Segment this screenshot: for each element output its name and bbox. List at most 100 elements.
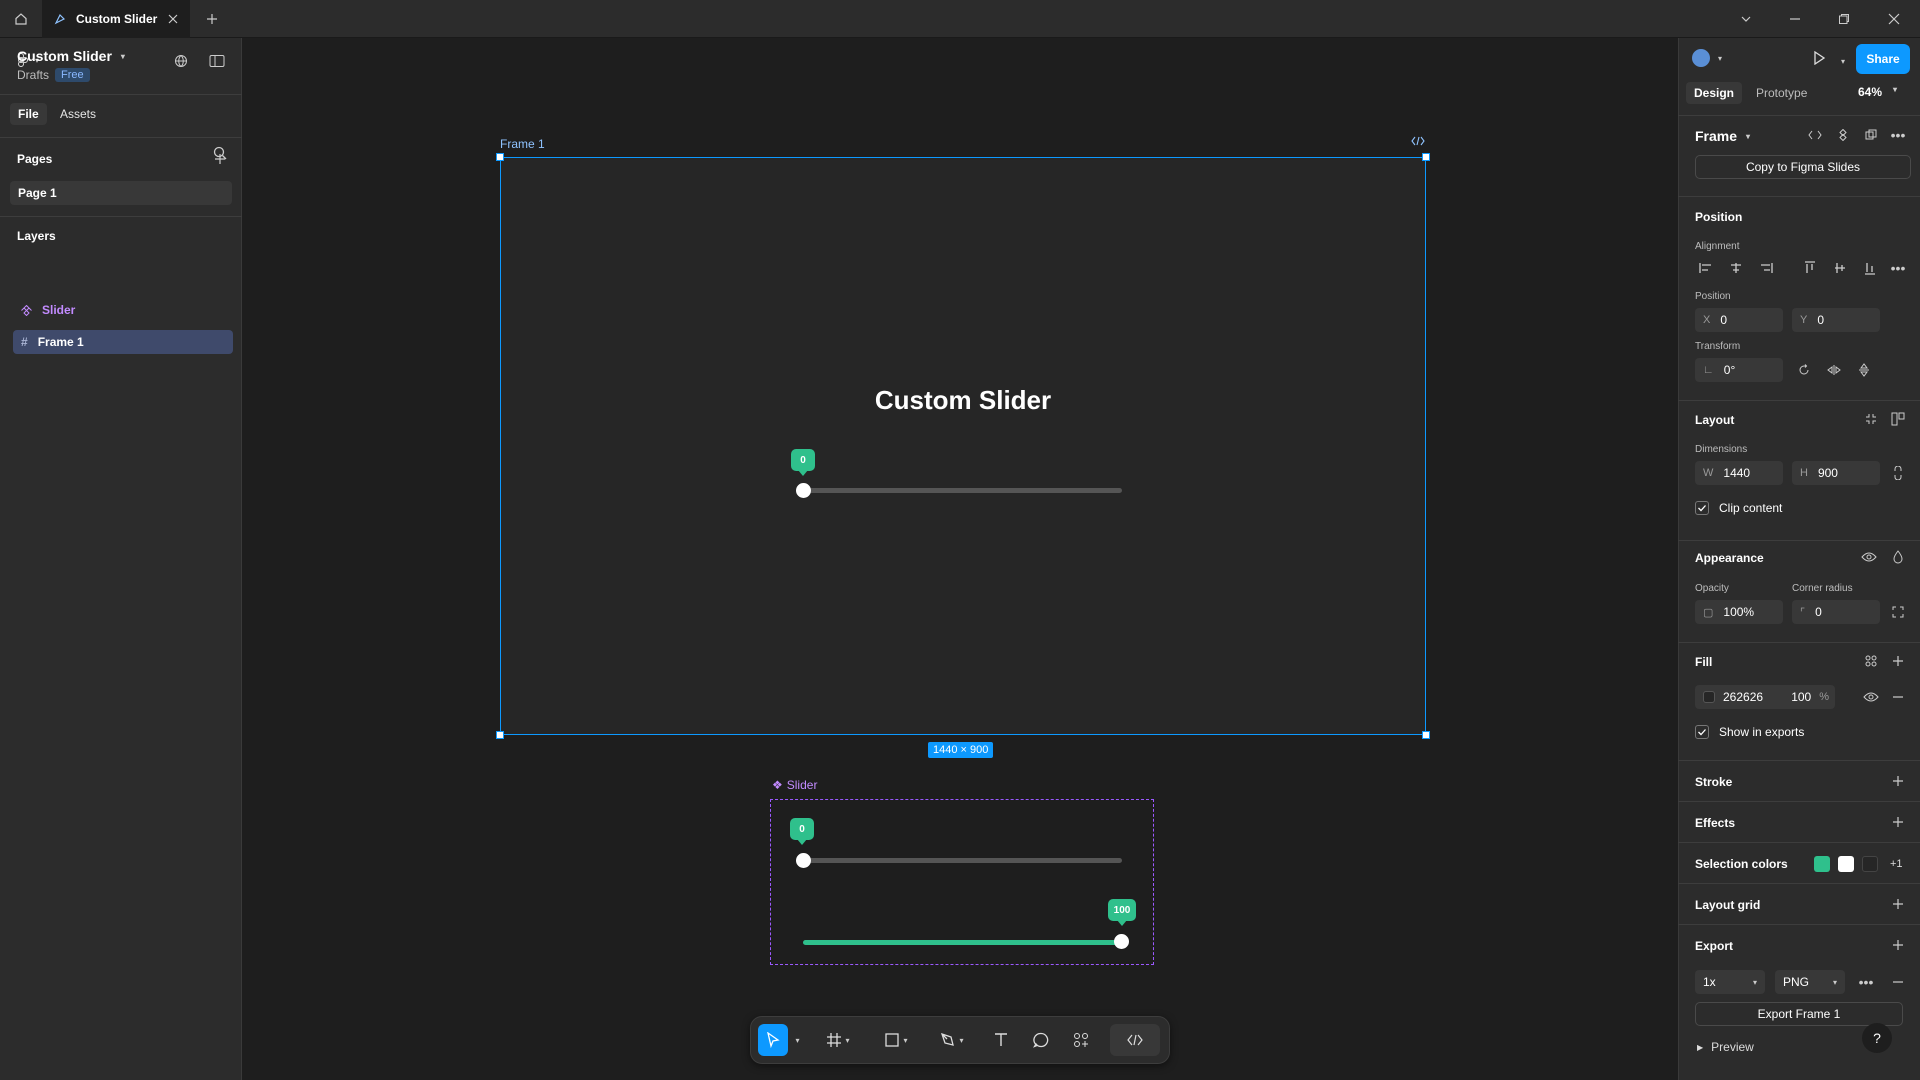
share-button[interactable]: Share — [1856, 44, 1910, 74]
fill-swatch[interactable] — [1703, 691, 1715, 703]
code-icon[interactable] — [1804, 124, 1826, 146]
copy-to-slides-button[interactable]: Copy to Figma Slides — [1695, 155, 1911, 179]
add-fill-icon[interactable] — [1887, 650, 1909, 672]
export-format-select[interactable]: PNG ▾ — [1775, 970, 1845, 994]
width-field[interactable]: W 1440 — [1695, 461, 1783, 485]
component-icon[interactable] — [1832, 124, 1854, 146]
slider-track-filled[interactable] — [803, 940, 1122, 945]
text-tool[interactable] — [986, 1024, 1016, 1056]
clip-content-checkbox[interactable]: Clip content — [1695, 501, 1782, 515]
add-export-icon[interactable] — [1887, 934, 1909, 956]
pen-tool[interactable]: ▾ — [930, 1024, 974, 1056]
rotation-field[interactable]: ∟ 0° — [1695, 358, 1783, 382]
blend-mode-icon[interactable] — [1887, 546, 1909, 568]
align-top-icon[interactable] — [1799, 257, 1821, 279]
resize-handle[interactable] — [1422, 153, 1430, 161]
actions-tool[interactable] — [1066, 1024, 1096, 1056]
add-layout-grid-icon[interactable] — [1887, 893, 1909, 915]
user-menu[interactable]: ▾ — [1690, 47, 1722, 69]
align-right-icon[interactable] — [1755, 257, 1777, 279]
play-icon[interactable] — [1808, 47, 1830, 69]
slider-track[interactable] — [803, 488, 1122, 493]
slider-thumb[interactable] — [796, 853, 811, 868]
remove-export-icon[interactable] — [1887, 971, 1909, 993]
more-options-icon[interactable]: ••• — [1855, 971, 1877, 993]
resize-handle[interactable] — [496, 153, 504, 161]
tab-assets[interactable]: Assets — [52, 103, 104, 125]
slider-track[interactable] — [803, 858, 1122, 863]
globe-icon[interactable] — [170, 50, 192, 72]
chevron-down-icon[interactable]: ▾ — [790, 1024, 802, 1056]
eye-icon[interactable] — [1860, 686, 1882, 708]
close-window-icon[interactable] — [1883, 8, 1905, 30]
y-field[interactable]: Y0 — [1792, 308, 1880, 332]
new-tab-icon[interactable] — [202, 9, 222, 29]
add-effect-icon[interactable] — [1887, 811, 1909, 833]
preview-toggle[interactable]: ▶ Preview — [1697, 1040, 1754, 1054]
opacity-field[interactable]: ▢ 100% — [1695, 600, 1783, 624]
slider-thumb[interactable] — [1114, 934, 1129, 949]
stroke-heading: Stroke — [1695, 775, 1733, 789]
resize-handle[interactable] — [496, 731, 504, 739]
zoom-menu[interactable]: 64% ▾ — [1858, 85, 1897, 99]
selection-color-swatch[interactable] — [1838, 856, 1854, 872]
frame-1[interactable] — [500, 157, 1426, 735]
collapse-icon[interactable] — [1860, 408, 1882, 430]
more-options-icon[interactable]: ••• — [1887, 124, 1909, 146]
align-bottom-icon[interactable] — [1859, 257, 1881, 279]
more-options-icon[interactable]: ••• — [1887, 257, 1909, 279]
align-left-icon[interactable] — [1695, 257, 1717, 279]
align-middle-icon[interactable] — [1829, 257, 1851, 279]
frame-tool[interactable]: ▾ — [818, 1024, 858, 1056]
move-tool[interactable] — [758, 1024, 788, 1056]
file-tab[interactable]: Custom Slider — [42, 0, 190, 38]
align-center-h-icon[interactable] — [1725, 257, 1747, 279]
boolean-icon[interactable] — [1860, 124, 1882, 146]
project-title[interactable]: Custom Slider ▾ — [17, 48, 125, 64]
selection-color-swatch[interactable] — [1814, 856, 1830, 872]
frame-label[interactable]: Frame 1 — [500, 137, 545, 151]
code-icon[interactable] — [1411, 136, 1425, 146]
selection-color-swatch[interactable] — [1862, 856, 1878, 872]
tab-file[interactable]: File — [10, 103, 47, 125]
flip-vertical-icon[interactable] — [1853, 359, 1875, 381]
selection-type-menu[interactable]: Frame ▾ — [1695, 128, 1750, 144]
layer-frame-1[interactable]: # Frame 1 — [13, 330, 233, 354]
home-icon[interactable] — [8, 6, 34, 32]
minimize-icon[interactable] — [1784, 8, 1806, 30]
restore-icon[interactable] — [1833, 8, 1855, 30]
layer-slider[interactable]: Slider — [13, 298, 233, 322]
x-field[interactable]: X0 — [1695, 308, 1783, 332]
more-colors-count[interactable]: +1 — [1890, 858, 1903, 870]
slider-thumb[interactable] — [796, 483, 811, 498]
shape-tool[interactable]: ▾ — [874, 1024, 918, 1056]
component-label[interactable]: ❖ Slider — [772, 778, 817, 792]
remove-fill-icon[interactable] — [1887, 686, 1909, 708]
toggle-sidebar-icon[interactable] — [206, 50, 228, 72]
chevron-down-icon[interactable] — [1735, 8, 1757, 30]
chevron-down-icon[interactable]: ▾ — [1838, 52, 1845, 67]
independent-corners-icon[interactable] — [1887, 601, 1909, 623]
dev-mode-toggle[interactable] — [1110, 1024, 1160, 1056]
eye-icon[interactable] — [1858, 546, 1880, 568]
help-button[interactable]: ? — [1862, 1023, 1892, 1053]
height-field[interactable]: H 900 — [1792, 461, 1880, 485]
close-tab-icon[interactable] — [168, 14, 178, 24]
flip-horizontal-icon[interactable] — [1823, 359, 1845, 381]
add-stroke-icon[interactable] — [1887, 770, 1909, 792]
tab-prototype[interactable]: Prototype — [1748, 82, 1815, 104]
rotate-icon[interactable] — [1793, 359, 1815, 381]
resize-handle[interactable] — [1422, 731, 1430, 739]
comment-tool[interactable] — [1026, 1024, 1056, 1056]
auto-layout-icon[interactable] — [1887, 408, 1909, 430]
corner-radius-field[interactable]: ⌜ 0 — [1792, 600, 1880, 624]
show-in-exports-checkbox[interactable]: Show in exports — [1695, 725, 1804, 739]
page-item[interactable]: Page 1 — [10, 181, 232, 205]
export-button[interactable]: Export Frame 1 — [1695, 1002, 1903, 1026]
fill-color-field[interactable]: 262626 100 % — [1695, 685, 1835, 709]
tab-design[interactable]: Design — [1686, 82, 1743, 104]
styles-icon[interactable] — [1860, 650, 1882, 672]
add-page-icon[interactable] — [209, 148, 231, 170]
constrain-proportions-icon[interactable] — [1887, 462, 1909, 484]
export-scale-select[interactable]: 1x ▾ — [1695, 970, 1765, 994]
